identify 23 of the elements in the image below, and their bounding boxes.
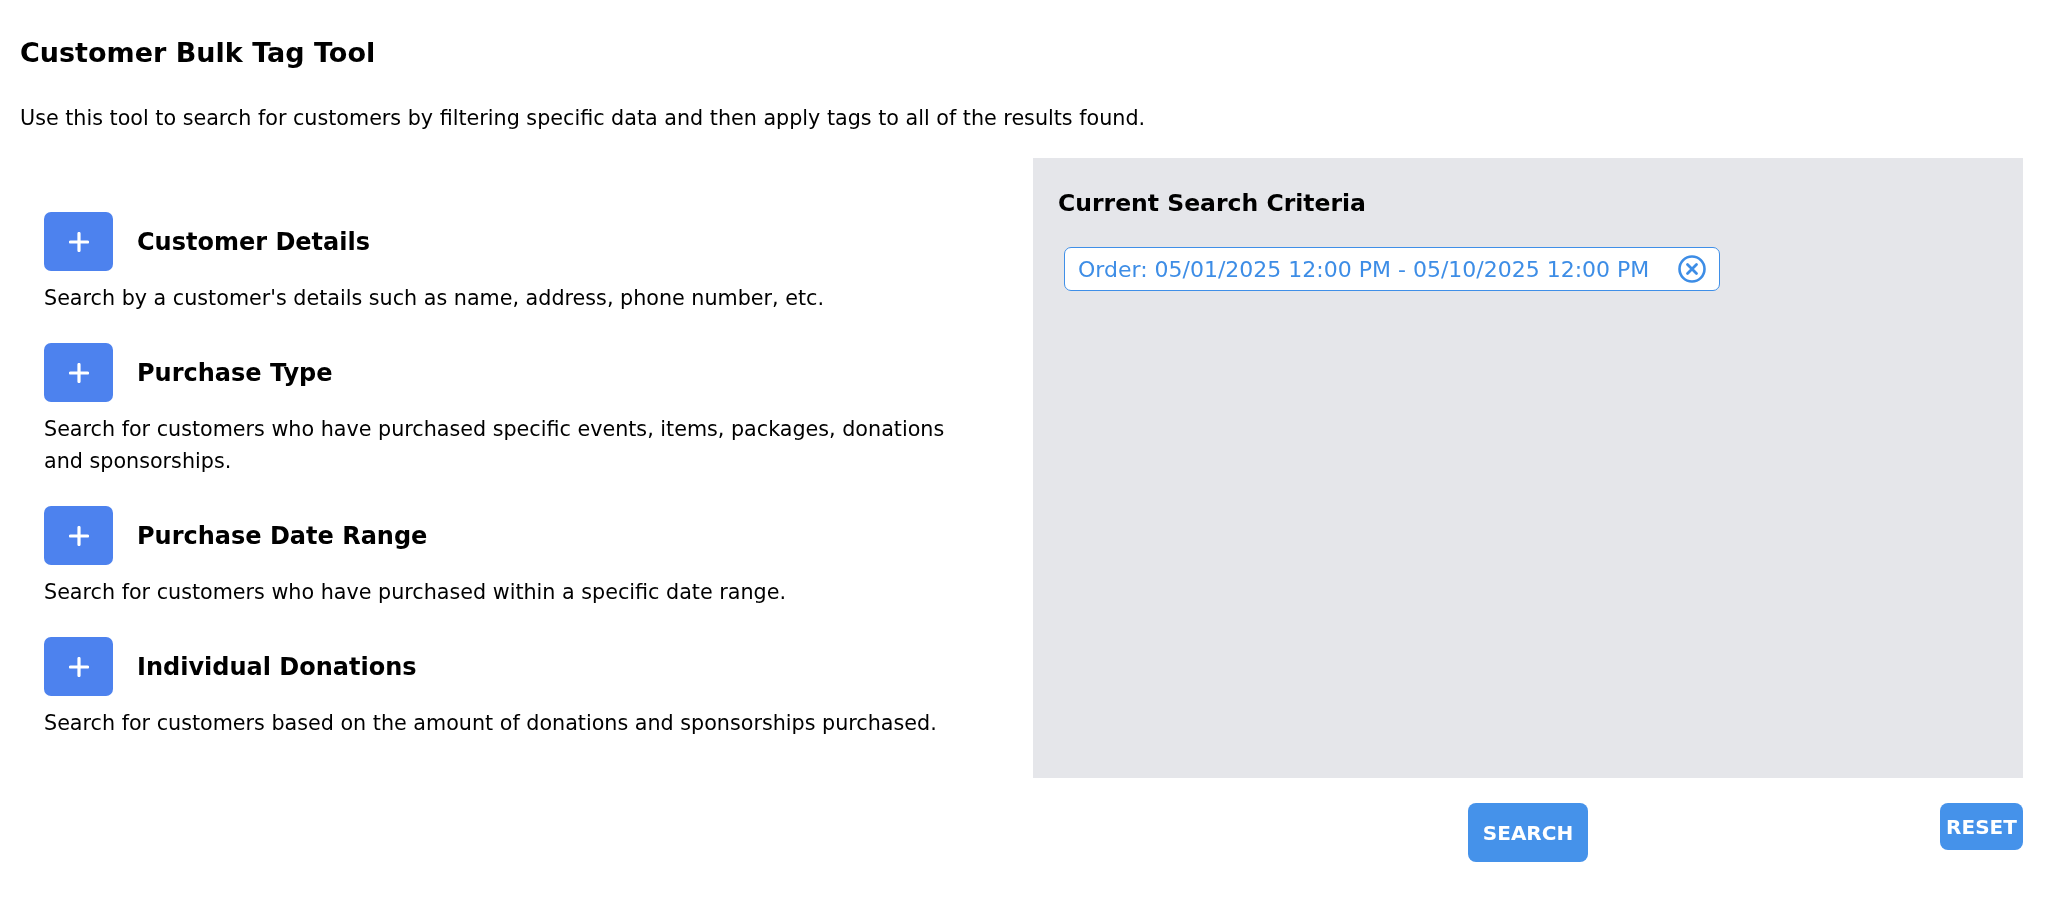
page-title: Customer Bulk Tag Tool bbox=[20, 36, 376, 70]
filter-description: Search for customers who have purchased within a specific date range. bbox=[44, 579, 787, 606]
plus-icon bbox=[68, 656, 89, 677]
expand-button[interactable] bbox=[44, 343, 113, 402]
filter-description: Search for customers who have purchased specific events, items, packages, donations and sponsorships. bbox=[44, 416, 946, 475]
reset-button[interactable]: RESET bbox=[1940, 803, 2023, 850]
remove-icon[interactable] bbox=[1678, 255, 1707, 283]
page-description: Use this tool to search for customers by filtering specific data and then apply tags to all of the results found. bbox=[20, 105, 1147, 132]
filter-description: Search for customers based on the amount of donations and sponsorships purchased. bbox=[44, 710, 938, 737]
filter-title: Individual Donations bbox=[137, 651, 417, 683]
filter-title: Purchase Date Range bbox=[137, 520, 428, 552]
expand-button[interactable] bbox=[44, 212, 113, 271]
filter-description: Search by a customer's details such as name, address, phone number, etc. bbox=[44, 285, 826, 312]
plus-icon bbox=[68, 525, 89, 546]
plus-icon bbox=[68, 231, 89, 252]
filter-title: Purchase Type bbox=[137, 357, 333, 389]
criteria-title: Current Search Criteria bbox=[1058, 189, 1367, 218]
expand-button[interactable] bbox=[44, 506, 113, 565]
plus-icon bbox=[68, 362, 89, 383]
search-button[interactable]: SEARCH bbox=[1468, 803, 1588, 862]
filter-title: Customer Details bbox=[137, 226, 371, 258]
expand-button[interactable] bbox=[44, 637, 113, 696]
criteria-tag-label: Order: 05/01/2025 12:00 PM - 05/10/2025 12:00 PM bbox=[1078, 255, 1650, 284]
